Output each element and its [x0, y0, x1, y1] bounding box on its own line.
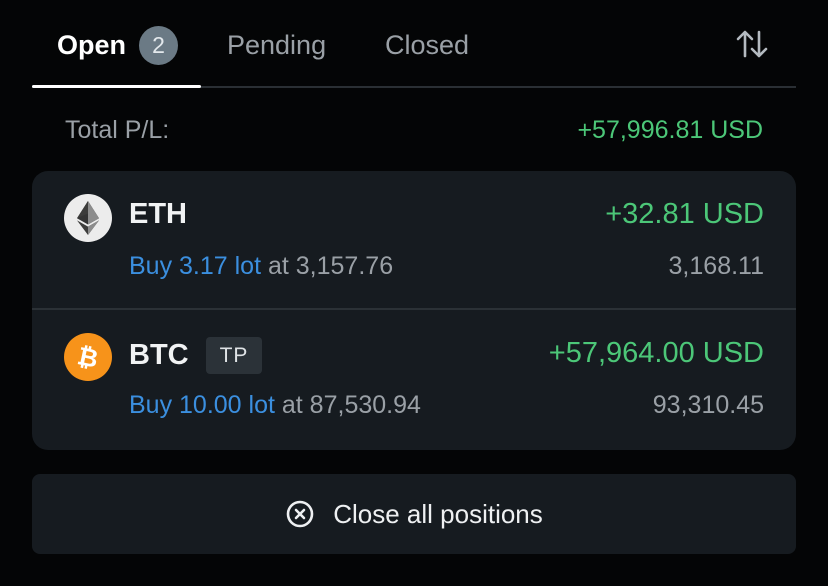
position-current-price: 3,168.11 [668, 252, 764, 280]
position-side-lot: Buy 3.17 lot [129, 252, 262, 280]
close-all-label: Close all positions [333, 498, 543, 529]
positions-tab-bar: Open 2 Pending Closed [32, 0, 796, 88]
bitcoin-icon: ₿ [64, 333, 112, 381]
open-positions-list: ETH +32.81 USD Buy 3.17 lot at 3,157.76 … [32, 171, 796, 450]
position-open-price: at 3,157.76 [267, 252, 394, 280]
position-symbol: ETH [129, 198, 187, 231]
total-pl-row: Total P/L: +57,996.81 USD [65, 112, 763, 148]
sort-arrows-icon [736, 30, 768, 58]
tab-pending[interactable]: Pending [227, 27, 326, 63]
symbol-text: BTC [129, 339, 189, 371]
position-pl: +57,964.00 USD [548, 337, 764, 369]
total-pl-label: Total P/L: [65, 115, 170, 144]
ethereum-icon [64, 194, 112, 242]
sort-button[interactable] [734, 26, 770, 62]
tab-open-label: Open [57, 29, 127, 60]
position-open-price: at 87,530.94 [281, 391, 421, 419]
position-row-eth[interactable]: ETH +32.81 USD Buy 3.17 lot at 3,157.76 … [32, 171, 796, 310]
position-detail: Buy 10.00 lot at 87,530.94 [129, 391, 421, 420]
tab-closed[interactable]: Closed [385, 27, 469, 63]
position-detail: Buy 3.17 lot at 3,157.76 [129, 252, 393, 281]
tab-open[interactable]: Open 2 [57, 25, 179, 65]
position-pl: +32.81 USD [605, 198, 764, 230]
position-side-lot: Buy 10.00 lot [129, 391, 275, 419]
tab-pending-label: Pending [227, 29, 327, 60]
tab-closed-label: Closed [385, 29, 470, 60]
active-tab-indicator [32, 85, 201, 88]
symbol-text: ETH [129, 198, 187, 230]
close-all-positions-button[interactable]: Close all positions [32, 474, 796, 554]
close-circle-icon [285, 499, 315, 529]
position-row-btc[interactable]: ₿ BTC TP +57,964.00 USD Buy 10.00 lot at… [32, 310, 796, 449]
svg-text:₿: ₿ [75, 342, 101, 372]
position-current-price: 93,310.45 [652, 391, 764, 419]
take-profit-tag: TP [205, 337, 263, 374]
position-symbol: BTC TP [129, 337, 263, 374]
total-pl-value: +57,996.81 USD [577, 115, 763, 144]
open-count-badge: 2 [139, 25, 179, 65]
